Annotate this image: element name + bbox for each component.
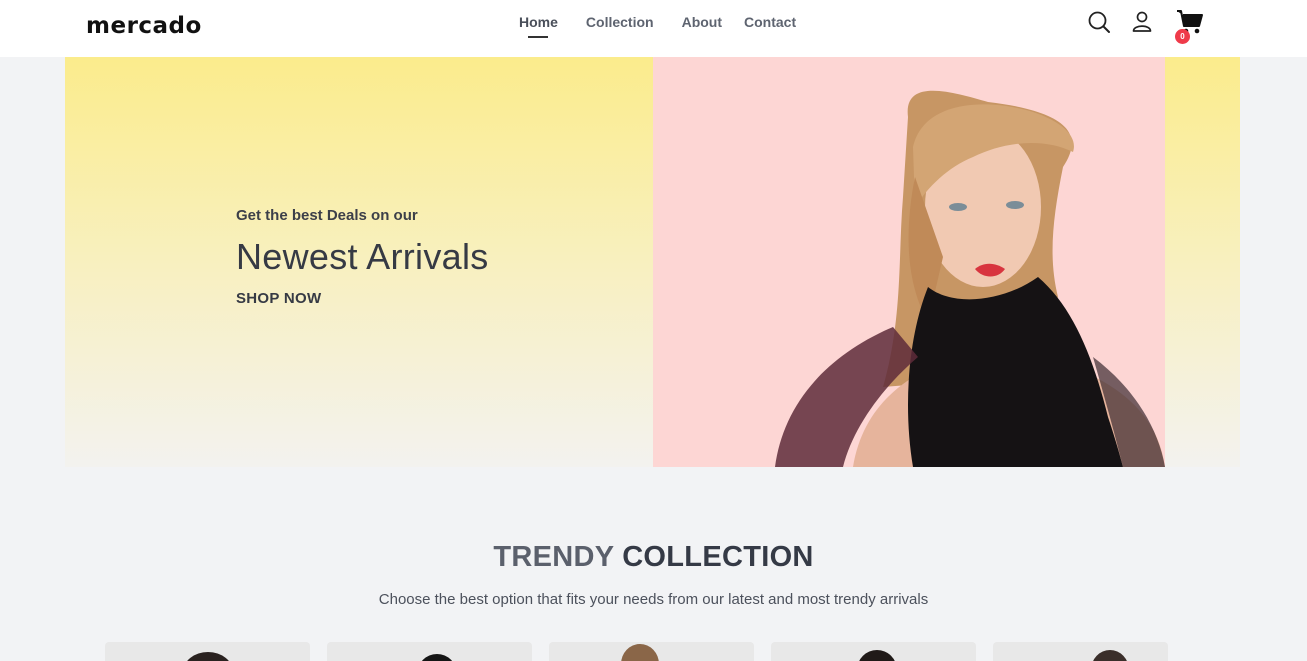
user-icon[interactable] — [1130, 10, 1154, 34]
nav-collection[interactable]: Collection — [572, 13, 668, 31]
hero-text: Get the best Deals on our Newest Arrival… — [236, 207, 489, 307]
product-card[interactable] — [771, 642, 976, 661]
product-cards — [105, 642, 1168, 661]
search-icon[interactable] — [1087, 10, 1111, 34]
product-card[interactable] — [993, 642, 1168, 661]
cart-count-badge: 0 — [1175, 29, 1190, 44]
logo[interactable]: mercado — [86, 13, 202, 39]
title-bold: COLLECTION — [622, 541, 814, 573]
model-illustration — [775, 90, 1165, 467]
site-header: mercado Home Collection About Contact 0 — [0, 0, 1307, 57]
nav-contact[interactable]: Contact — [736, 13, 810, 31]
product-card[interactable] — [105, 642, 310, 661]
nav-about[interactable]: About — [668, 13, 736, 31]
hero-subtitle: Get the best Deals on our — [236, 207, 418, 224]
shop-now-link[interactable]: SHOP NOW — [236, 290, 489, 307]
title-light: TRENDY — [493, 541, 614, 573]
hero-model-image — [653, 57, 1165, 467]
nav-home[interactable]: Home — [505, 13, 572, 38]
trendy-collection-title: TRENDY COLLECTION — [0, 541, 1307, 574]
trendy-collection-description: Choose the best option that fits your ne… — [378, 591, 929, 608]
hero-title: Newest Arrivals — [236, 236, 489, 277]
product-card[interactable] — [549, 642, 754, 661]
product-card[interactable] — [327, 642, 532, 661]
main-nav: Home Collection About Contact — [505, 13, 810, 38]
hero-banner: Get the best Deals on our Newest Arrival… — [65, 57, 1240, 467]
